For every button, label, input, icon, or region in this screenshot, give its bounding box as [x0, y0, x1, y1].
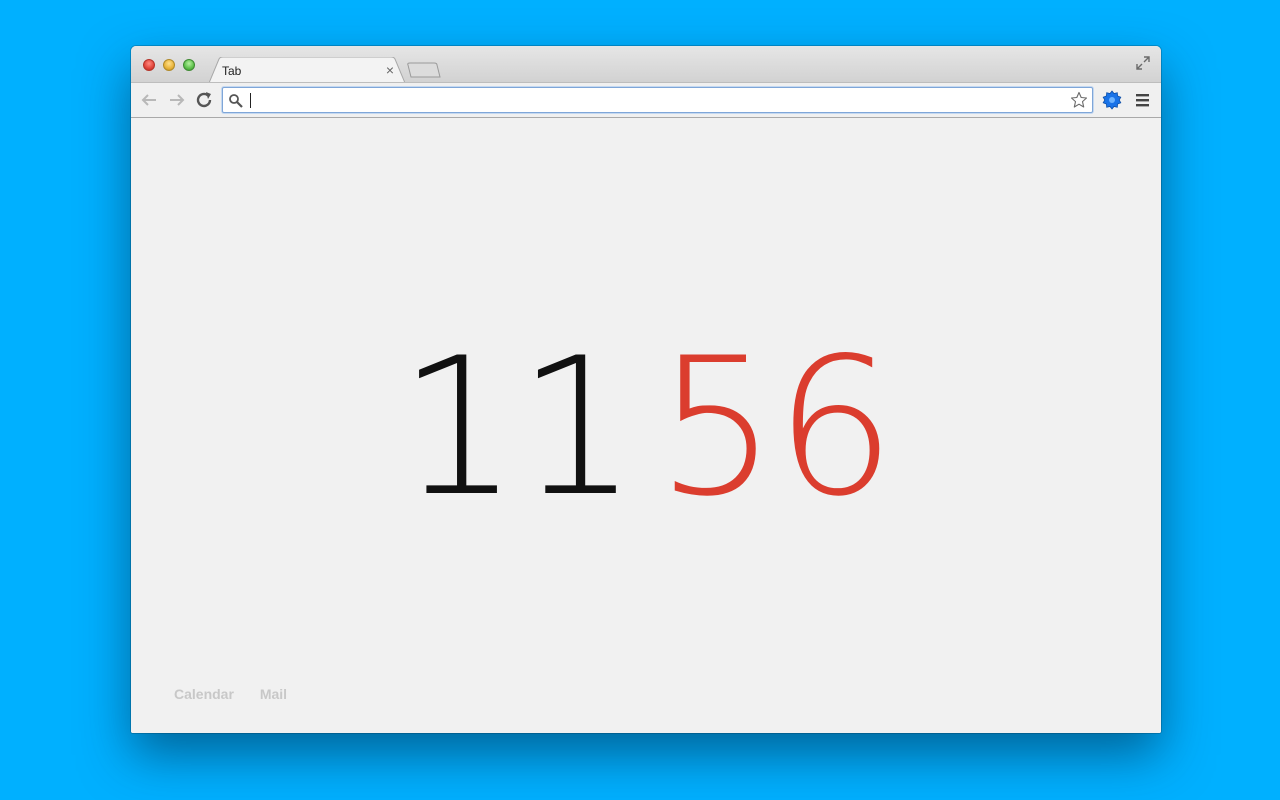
close-window-button[interactable] — [143, 59, 155, 71]
tab-title: Tab — [222, 64, 242, 78]
tab-close-icon[interactable]: × — [383, 63, 397, 77]
clock: 11 56 — [131, 333, 1161, 523]
forward-arrow-icon[interactable] — [167, 91, 187, 109]
browser-window: Tab × 11 56 Calendar Mail — [131, 46, 1161, 733]
toolbar — [131, 82, 1161, 118]
back-arrow-icon[interactable] — [139, 91, 159, 109]
new-tab-icon — [407, 62, 441, 78]
clock-hours: 11 — [398, 317, 638, 538]
address-bar[interactable] — [222, 87, 1093, 113]
search-icon — [228, 93, 244, 109]
reload-icon[interactable] — [195, 91, 215, 109]
new-tab-page: 11 56 Calendar Mail — [131, 118, 1161, 733]
title-bar: Tab × — [131, 46, 1161, 83]
fullscreen-icon[interactable] — [1135, 55, 1151, 71]
mail-link[interactable]: Mail — [260, 686, 287, 702]
address-input[interactable] — [249, 91, 1059, 109]
star-icon[interactable] — [1070, 91, 1088, 109]
tab-active[interactable]: Tab × — [209, 57, 405, 83]
zoom-window-button[interactable] — [183, 59, 195, 71]
clock-minutes: 56 — [656, 317, 896, 538]
quick-links: Calendar Mail — [174, 686, 309, 702]
text-caret — [250, 93, 251, 108]
menu-icon[interactable] — [1135, 91, 1151, 109]
calendar-link[interactable]: Calendar — [174, 686, 234, 702]
minimize-window-button[interactable] — [163, 59, 175, 71]
extension-icon[interactable] — [1102, 90, 1122, 110]
new-tab-button[interactable] — [407, 62, 441, 78]
